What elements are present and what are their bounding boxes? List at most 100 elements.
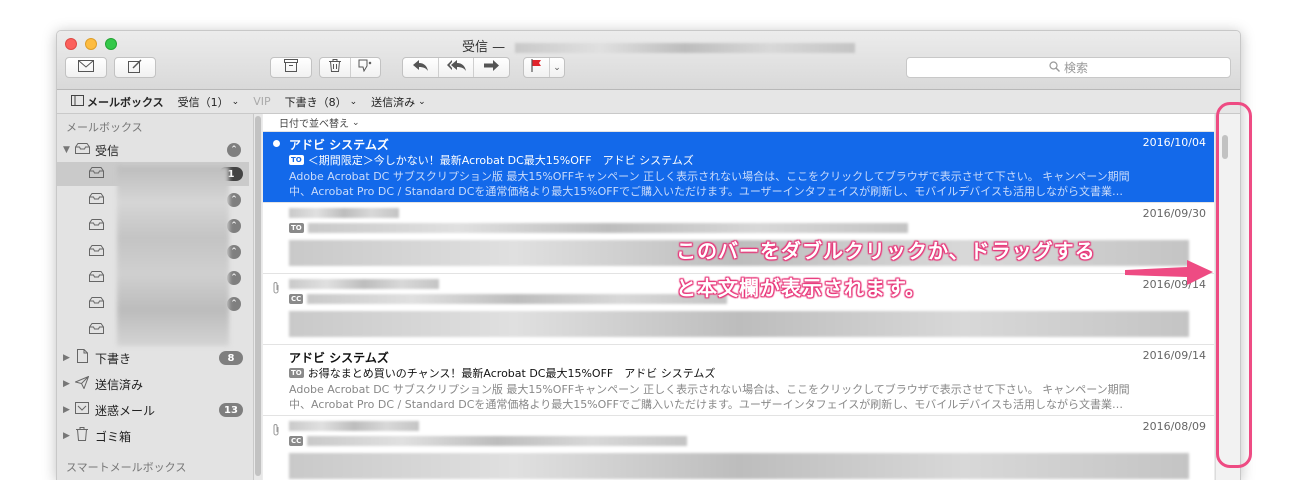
mailbox-sidebar: メールボックス ▼ 受信 ⌃ 1 ⌃ ⌃ ⌃ ⌃ ⌃ ▶ 下書き 8 ▶ 送信済…: [57, 114, 254, 480]
sidebar-item-trash[interactable]: ▶ ゴミ箱: [57, 424, 249, 448]
message-preview-line: 中、Acrobat Pro DC / Standard DCを通常価格より最大1…: [289, 398, 1123, 411]
redacted-sender: [289, 208, 399, 218]
message-preview-line: Adobe Acrobat DC サブスクリプション版 最大15%OFFキャンペ…: [289, 383, 1130, 396]
favorites-vip[interactable]: VIP: [253, 95, 270, 108]
message-preview-line: 中、Acrobat Pro DC / Standard DCを通常価格より最大1…: [289, 185, 1123, 198]
redacted-subject: [307, 294, 728, 304]
favorites-drafts-label: 下書き（8）: [284, 95, 347, 109]
envelope-icon: [78, 59, 94, 76]
inbox-tray-icon: [73, 142, 91, 158]
sidebar-toggle-icon: [71, 94, 84, 109]
sort-header[interactable]: 日付で並べ替え ⌄: [263, 114, 1214, 132]
message-preview-line: Adobe Acrobat DC サブスクリプション版 最大15%OFFキャンペ…: [289, 170, 1130, 183]
junk-tray-icon: [73, 402, 91, 418]
sidebar-item-sent[interactable]: ▶ 送信済み: [57, 372, 249, 396]
disclosure-closed-icon: ▶: [63, 353, 70, 363]
message-sender: [289, 207, 399, 221]
message-row[interactable]: アドビ システムズ 2016/09/14 TO お得なまとめ買いのチャンス！最新…: [263, 345, 1214, 416]
chevron-down-icon: ⌄: [352, 117, 360, 128]
compose-icon: [128, 59, 142, 77]
reply-button[interactable]: [403, 58, 438, 77]
favorites-bar: メールボックス 受信（1） ⌄ VIP 下書き（8） ⌄ 送信済み ⌄: [57, 90, 1240, 114]
sidebar-item-junk-label: 迷惑メール: [95, 403, 156, 418]
search-placeholder: 検索: [1063, 61, 1088, 75]
redacted-sender: [289, 279, 439, 289]
sidebar-item-inbox[interactable]: ▼ 受信 ⌃: [57, 138, 249, 162]
message-sender: [289, 278, 439, 292]
message-preview: [289, 311, 1209, 341]
to-tag: TO: [289, 368, 304, 378]
sidebar-item-junk[interactable]: ▶ 迷惑メール 13: [57, 398, 249, 422]
sidebar-scroll-thumb[interactable]: [255, 116, 261, 476]
sidebar-item-inbox-label: 受信: [95, 143, 120, 158]
account-status-icon: ⌃: [227, 219, 241, 233]
search-field[interactable]: 検索: [906, 57, 1231, 78]
chevron-down-icon: ⌄: [553, 62, 561, 73]
inbox-tray-icon: [87, 166, 105, 182]
archive-icon: [284, 59, 298, 76]
message-date: 2016/08/09: [1142, 420, 1206, 433]
inbox-tray-icon: [87, 244, 105, 260]
sidebar-scrollbar[interactable]: [254, 114, 262, 480]
sort-label: 日付で並べ替え: [279, 119, 349, 130]
delete-junk-group: [319, 57, 381, 78]
message-row[interactable]: アドビ システムズ 2016/10/04 TO ＜期間限定＞今しかない！最新Ac…: [263, 132, 1214, 203]
cc-tag: CC: [289, 294, 304, 304]
reply-all-button[interactable]: [437, 58, 474, 77]
to-tag: TO: [289, 155, 304, 165]
flag-button[interactable]: [524, 58, 549, 77]
redacted-sender: [289, 421, 419, 431]
flag-icon: [531, 59, 542, 76]
chevron-down-icon: ⌄: [231, 96, 240, 107]
account-status-icon: ⌃: [227, 271, 241, 285]
redacted-account: [515, 42, 856, 53]
account-status-icon: ⌃: [227, 245, 241, 259]
message-row[interactable]: 2016/08/09 CC: [263, 416, 1214, 480]
junk-button[interactable]: [349, 58, 381, 77]
disclosure-closed-icon: ▶: [63, 379, 70, 389]
message-subject: CC: [289, 436, 688, 446]
archive-button[interactable]: [270, 57, 312, 78]
favorites-inbox[interactable]: 受信（1） ⌄: [178, 94, 240, 110]
flag-menu-button[interactable]: ⌄: [549, 58, 564, 77]
get-mail-button[interactable]: [65, 57, 107, 78]
favorites-mailboxes-button[interactable]: メールボックス: [71, 94, 164, 110]
window-title-text: 受信 —: [462, 40, 506, 55]
inbox-tray-icon: [87, 296, 105, 312]
reply-icon: [412, 60, 428, 75]
chevron-down-icon: ⌄: [418, 96, 426, 107]
sidebar-item-drafts-label: 下書き: [95, 351, 132, 366]
message-preview: Adobe Acrobat DC サブスクリプション版 最大15%OFFキャンペ…: [289, 382, 1209, 412]
favorites-inbox-label: 受信（1）: [177, 95, 229, 109]
redacted-subject: [307, 436, 688, 446]
message-sender: アドビ システムズ: [289, 351, 389, 365]
message-preview: Adobe Acrobat DC サブスクリプション版 最大15%OFFキャンペ…: [289, 169, 1209, 199]
unread-dot-icon: [273, 140, 280, 147]
favorites-drafts[interactable]: 下書き（8） ⌄: [285, 94, 358, 110]
message-subject: CC: [289, 294, 728, 304]
account-status-icon: ⌃: [227, 143, 241, 157]
favorites-vip-label: VIP: [253, 95, 271, 108]
redacted-preview: [289, 453, 1189, 479]
minimize-window-button[interactable]: [85, 38, 97, 50]
trash-icon: [328, 59, 341, 76]
message-sender: [289, 420, 419, 434]
forward-button[interactable]: [473, 58, 509, 77]
trash-button[interactable]: [320, 58, 350, 77]
account-status-icon: ⌃: [227, 193, 241, 207]
compose-button[interactable]: [114, 57, 156, 78]
sidebar-header-smart-mailboxes: スマートメールボックス: [66, 461, 187, 474]
sidebar-item-trash-label: ゴミ箱: [95, 429, 132, 444]
inbox-tray-icon: [87, 270, 105, 286]
annotation-arrow-icon: [1125, 260, 1213, 285]
message-subject: TO お得なまとめ買いのチャンス！最新Acrobat DC最大15%OFF アド…: [289, 365, 715, 381]
redacted-subject: [307, 223, 908, 233]
close-window-button[interactable]: [65, 38, 77, 50]
favorites-sent[interactable]: 送信済み ⌄: [371, 94, 426, 110]
forward-icon: [484, 60, 500, 75]
paperclip-icon: [272, 282, 280, 297]
zoom-window-button[interactable]: [105, 38, 117, 50]
annotation-line2: と本文欄が表示されます。: [676, 276, 926, 300]
sidebar-item-drafts[interactable]: ▶ 下書き 8: [57, 346, 249, 370]
favorites-sent-label: 送信済み: [371, 95, 416, 109]
